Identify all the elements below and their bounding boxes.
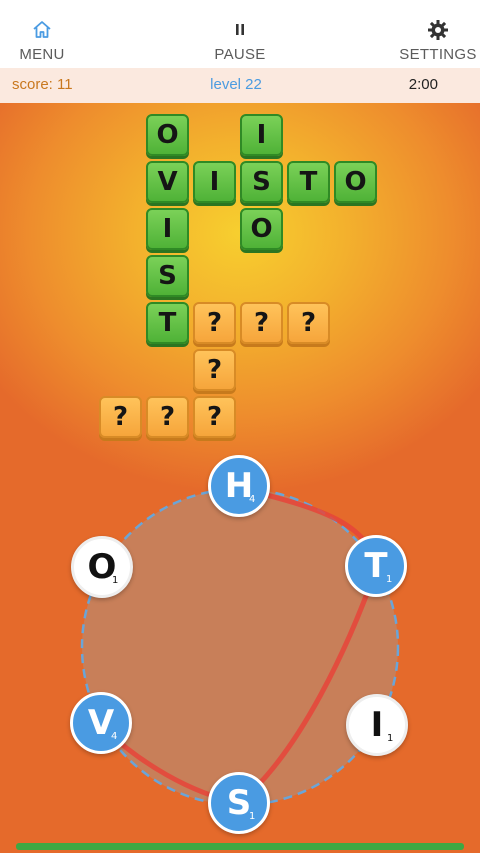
top-nav-bar: MENU PAUSE SETTINGS: [0, 0, 480, 68]
settings-label: SETTINGS: [399, 46, 477, 63]
letter-points: 4: [249, 494, 256, 505]
game-board: O I V I S T O I O S T??????? H4T1I1S1V4O1: [0, 103, 480, 853]
status-bar: score: 11 level 22 2:00: [0, 68, 480, 103]
letter-glyph: S: [226, 783, 252, 823]
wheel-ring: [80, 487, 400, 807]
level-progress-bar: [16, 843, 464, 850]
pause-button[interactable]: PAUSE: [198, 0, 282, 68]
letter-button-s[interactable]: S1: [208, 772, 270, 834]
letter-glyph: I: [370, 705, 384, 745]
letter-button-i[interactable]: I1: [346, 694, 408, 756]
gear-icon: [428, 20, 448, 40]
pause-label: PAUSE: [214, 46, 266, 63]
home-icon: [33, 21, 51, 38]
letter-button-h[interactable]: H4: [208, 455, 270, 517]
timer-display: 2:00: [408, 76, 438, 93]
letter-points: 4: [111, 731, 118, 742]
menu-label: MENU: [19, 46, 65, 63]
letter-points: 1: [249, 811, 256, 822]
letter-glyph: T: [364, 546, 388, 586]
letter-points: 1: [112, 575, 119, 586]
letter-points: 1: [386, 574, 393, 585]
letter-button-v[interactable]: V4: [70, 692, 132, 754]
menu-button[interactable]: MENU: [0, 0, 84, 68]
letter-points: 1: [387, 733, 394, 744]
settings-button[interactable]: SETTINGS: [396, 0, 480, 68]
level-display: level 22: [210, 76, 262, 93]
letter-button-o[interactable]: O1: [71, 536, 133, 598]
letter-button-t[interactable]: T1: [345, 535, 407, 597]
pause-icon: [236, 24, 244, 35]
